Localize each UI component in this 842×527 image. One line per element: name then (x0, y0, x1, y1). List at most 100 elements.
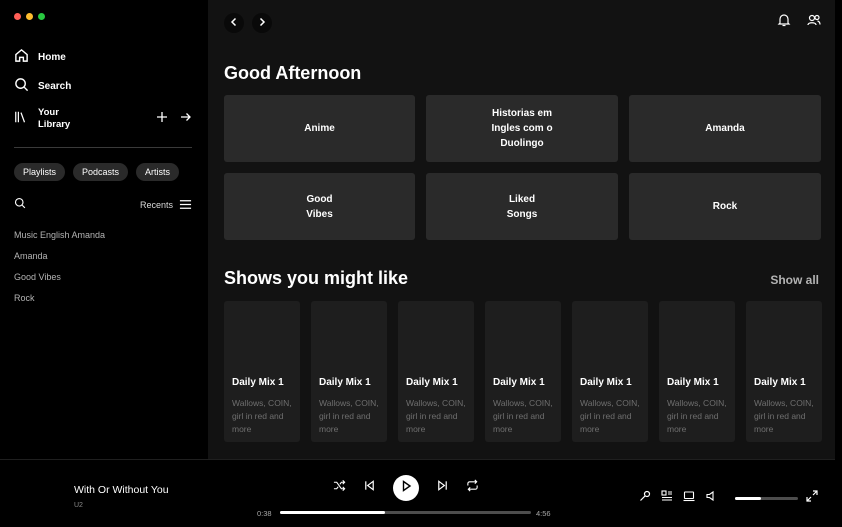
now-playing-bar: With Or Without You U2 0:38 4:56 (0, 459, 835, 521)
show-card-description: Wallows, COIN, girl in red and more (232, 398, 292, 434)
your-library-label: Your Library (38, 107, 98, 131)
show-card[interactable]: Daily Mix 1 Wallows, COIN, girl in red a… (659, 301, 735, 442)
show-card[interactable]: Daily Mix 1 Wallows, COIN, girl in red a… (311, 301, 387, 442)
volume-slider[interactable] (735, 496, 798, 500)
show-card-description: Wallows, COIN, girl in red and more (667, 398, 727, 434)
connect-icon[interactable] (639, 489, 651, 507)
quick-card-label: Good (306, 193, 333, 205)
library-icon (14, 110, 28, 129)
show-card[interactable]: Daily Mix 1 Wallows, COIN, girl in red a… (224, 301, 300, 442)
your-library-header[interactable]: Your Library (14, 107, 192, 131)
show-card-title: Daily Mix 1 (319, 377, 371, 388)
show-card[interactable]: Daily Mix 1 Wallows, COIN, girl in red a… (746, 301, 822, 442)
quick-card-anime[interactable]: Anime (224, 95, 415, 162)
progress-fill (280, 511, 386, 514)
chevron-left-icon (229, 14, 239, 32)
repeat-icon[interactable] (466, 479, 479, 497)
progress-bar[interactable] (280, 511, 531, 514)
library-list: Music English Amanda Amanda Good Vibes R… (14, 229, 105, 313)
nav-search[interactable]: Search (14, 77, 71, 95)
friends-icon[interactable] (807, 13, 821, 32)
show-card-title: Daily Mix 1 (232, 377, 284, 388)
device-icon[interactable] (683, 489, 695, 507)
quick-card-liked-songs[interactable]: Liked Songs (426, 173, 618, 240)
close-window-button[interactable] (14, 13, 21, 20)
chevron-right-icon (257, 14, 267, 32)
quick-card-label: Rock (712, 201, 738, 212)
show-card-description: Wallows, COIN, girl in red and more (580, 398, 640, 434)
duration-time: 4:56 (536, 509, 551, 518)
show-card-description: Wallows, COIN, girl in red and more (406, 398, 466, 434)
show-card-description: Wallows, COIN, girl in red and more (319, 398, 379, 434)
maximize-window-button[interactable] (38, 13, 45, 20)
sidebar-divider (14, 147, 192, 148)
library-item[interactable]: Rock (14, 292, 105, 313)
track-artist[interactable]: U2 (74, 502, 83, 509)
shows-row: Daily Mix 1 Wallows, COIN, girl in red a… (224, 301, 822, 442)
list-icon (179, 198, 192, 213)
quick-card-label: Anime (304, 123, 335, 134)
chip-playlists[interactable]: Playlists (14, 163, 66, 181)
arrow-right-icon[interactable] (180, 110, 192, 128)
next-icon[interactable] (436, 479, 449, 497)
show-card-title: Daily Mix 1 (406, 377, 458, 388)
previous-icon[interactable] (363, 479, 376, 497)
show-card[interactable]: Daily Mix 1 Wallows, COIN, girl in red a… (485, 301, 561, 442)
search-library-icon[interactable] (14, 196, 26, 214)
recents-sort-button[interactable]: Recents (140, 198, 192, 213)
show-card-title: Daily Mix 1 (667, 377, 719, 388)
volume-fill (735, 496, 762, 500)
show-card[interactable]: Daily Mix 1 Wallows, COIN, girl in red a… (398, 301, 474, 442)
quick-card-label: Duolingo (500, 138, 544, 149)
show-card-title: Daily Mix 1 (580, 377, 632, 388)
quick-card-rock[interactable]: Rock (629, 173, 821, 240)
playback-controls (333, 475, 479, 501)
main-content: Good Afternoon Anime Historias em Ingles… (208, 0, 835, 459)
recents-label: Recents (139, 200, 173, 210)
quick-card-label: Vibes (306, 208, 333, 220)
quick-card-amanda[interactable]: Amanda (629, 95, 821, 162)
show-card-description: Wallows, COIN, girl in red and more (754, 398, 814, 434)
library-actions (156, 110, 192, 128)
window-controls (14, 13, 45, 20)
show-all-link[interactable]: Show all (770, 273, 819, 287)
track-title[interactable]: With Or Without You (74, 484, 169, 496)
volume-icon[interactable] (705, 489, 717, 507)
plus-icon[interactable] (156, 110, 168, 128)
quick-card-duolingo[interactable]: Historias em Ingles com o Duolingo (426, 95, 618, 162)
history-nav (224, 13, 272, 33)
queue-icon[interactable] (661, 489, 673, 507)
quick-card-good-vibes[interactable]: Good Vibes (224, 173, 415, 240)
shuffle-icon[interactable] (333, 479, 346, 497)
nav-home[interactable]: Home (14, 48, 66, 66)
back-button[interactable] (224, 13, 244, 33)
shows-section-title: Shows you might like (224, 268, 409, 288)
chip-podcasts[interactable]: Podcasts (73, 163, 129, 181)
app-window: Home Search Your Library Playlists Podca… (0, 0, 835, 521)
library-item[interactable]: Music English Amanda (14, 229, 105, 250)
quick-card-label: Ingles com o (491, 123, 553, 134)
chip-artists[interactable]: Artists (136, 163, 180, 181)
home-icon (14, 48, 29, 66)
quick-card-label: Amanda (705, 123, 745, 134)
elapsed-time: 0:38 (257, 509, 272, 518)
fullscreen-icon[interactable] (806, 489, 818, 507)
nav-home-label: Home (38, 51, 66, 63)
minimize-window-button[interactable] (26, 13, 33, 20)
quick-access-grid: Anime Historias em Ingles com o Duolingo… (224, 95, 821, 240)
quick-card-label: Songs (506, 208, 538, 220)
library-item[interactable]: Good Vibes (14, 271, 105, 292)
library-filter-chips: Playlists Podcasts Artists (14, 163, 180, 181)
sidebar: Home Search Your Library Playlists Podca… (0, 0, 208, 459)
bell-icon[interactable] (777, 13, 791, 32)
show-card[interactable]: Daily Mix 1 Wallows, COIN, girl in red a… (572, 301, 648, 442)
play-button[interactable] (393, 475, 419, 501)
forward-button[interactable] (252, 13, 272, 33)
quick-card-label: Liked (508, 193, 536, 205)
top-right-actions (777, 13, 821, 32)
show-card-title: Daily Mix 1 (754, 377, 806, 388)
greeting-heading: Good Afternoon (224, 63, 362, 83)
search-icon (14, 77, 29, 95)
library-item[interactable]: Amanda (14, 250, 105, 271)
extra-controls (639, 489, 798, 507)
